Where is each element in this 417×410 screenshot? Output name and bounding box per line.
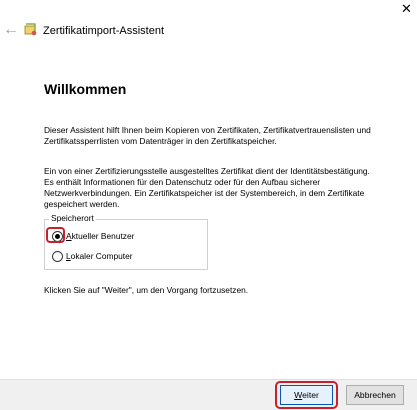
close-icon[interactable]: ✕ [401, 2, 412, 15]
radio-local-computer-label: Lokaler Computer [66, 250, 133, 261]
store-location-label: Speicherort [49, 213, 96, 224]
intro-text: Dieser Assistent hilft Ihnen beim Kopier… [44, 125, 371, 146]
highlight-marker-radio [46, 227, 65, 243]
radio-current-user-label: Aktueller Benutzer [66, 230, 135, 241]
radio-local-computer[interactable]: Lokaler Computer [52, 249, 133, 263]
description-text: Ein von einer Zertifizierungsstelle ausg… [44, 166, 370, 209]
page-title: Willkommen [44, 81, 127, 97]
next-button[interactable]: Weiter [280, 385, 333, 405]
radio-unselected-icon[interactable] [52, 250, 63, 262]
back-arrow-icon[interactable]: ← [3, 22, 19, 38]
certificate-app-icon [24, 23, 37, 36]
window-title: Zertifikatimport-Assistent [43, 25, 165, 37]
cancel-button[interactable]: Abbrechen [346, 385, 404, 405]
instruction-text: Klicken Sie auf "Weiter", um den Vorgang… [44, 285, 249, 295]
